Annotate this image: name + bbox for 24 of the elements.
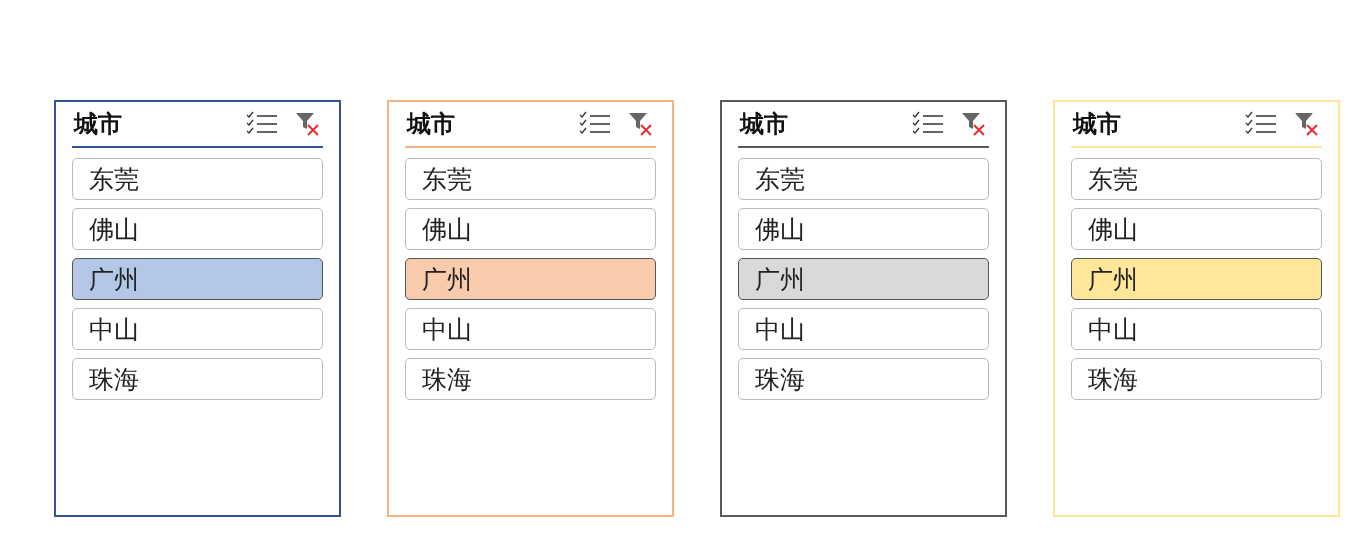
slicer-title: 城市 [405, 109, 456, 140]
slicer-item[interactable]: 珠海 [738, 358, 989, 400]
slicer-item[interactable]: 中山 [738, 308, 989, 350]
slicer-item[interactable]: 佛山 [72, 208, 323, 250]
slicer-title: 城市 [738, 109, 789, 140]
slicer-item[interactable]: 广州 [1071, 258, 1322, 300]
slicer-item[interactable]: 中山 [1071, 308, 1322, 350]
slicer-item[interactable]: 东莞 [405, 158, 656, 200]
slicer-item[interactable]: 东莞 [738, 158, 989, 200]
slicer-item[interactable]: 佛山 [1071, 208, 1322, 250]
slicer-item[interactable]: 佛山 [738, 208, 989, 250]
slicer-item[interactable]: 珠海 [72, 358, 323, 400]
slicer-item[interactable]: 中山 [405, 308, 656, 350]
slicer-item[interactable]: 珠海 [1071, 358, 1322, 400]
slicer-item[interactable]: 广州 [72, 258, 323, 300]
slicer-item[interactable]: 广州 [738, 258, 989, 300]
slicer-item[interactable]: 中山 [72, 308, 323, 350]
slicer-item[interactable]: 珠海 [405, 358, 656, 400]
slicer-item[interactable]: 佛山 [405, 208, 656, 250]
slicer-item[interactable]: 广州 [405, 258, 656, 300]
slicer-title: 城市 [1071, 109, 1122, 140]
slicer-item[interactable]: 东莞 [1071, 158, 1322, 200]
slicer-item[interactable]: 东莞 [72, 158, 323, 200]
slicer-title: 城市 [72, 109, 123, 140]
